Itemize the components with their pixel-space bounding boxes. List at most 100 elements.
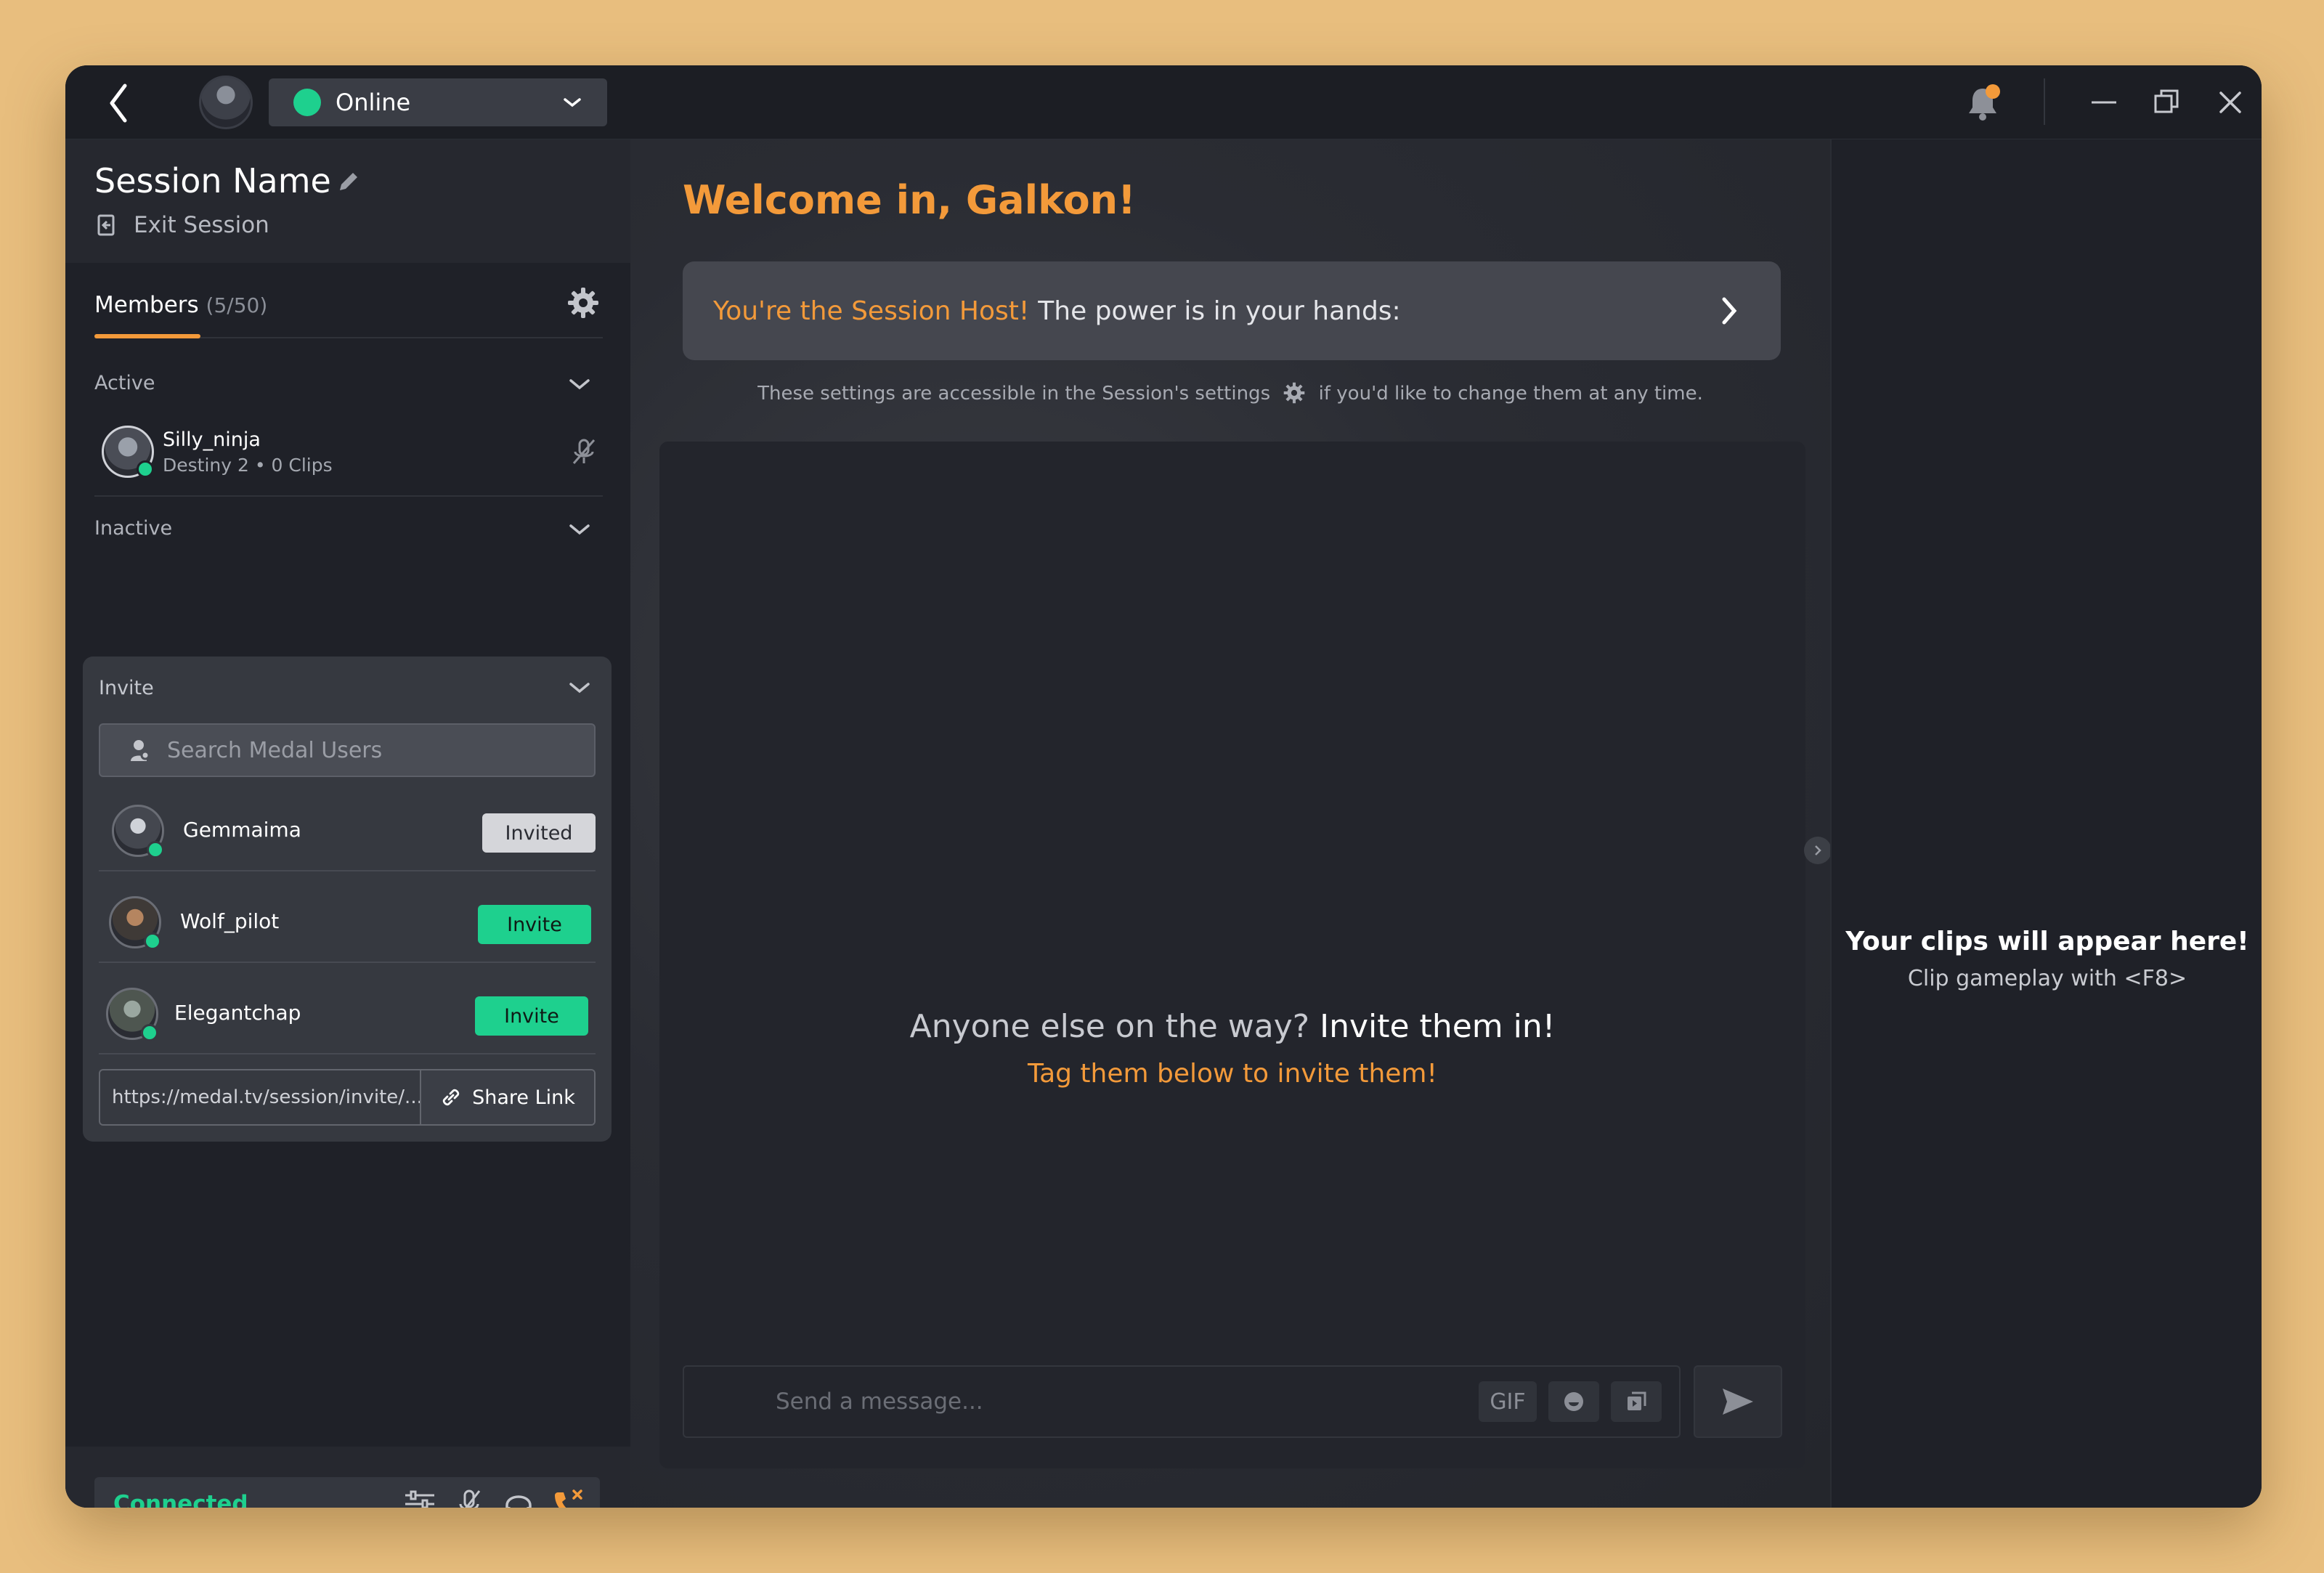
edit-icon[interactable] [334, 167, 363, 196]
empty-title-b: Invite them in! [1320, 1008, 1556, 1045]
back-button[interactable] [97, 81, 141, 125]
online-indicator [141, 1024, 158, 1041]
tab-members[interactable]: Members (5/50) [94, 292, 267, 318]
sliders-icon [405, 1490, 434, 1508]
settings-sliders-button[interactable] [402, 1487, 437, 1508]
mic-muted-icon [459, 1489, 481, 1508]
invite-button[interactable]: Invite [475, 996, 588, 1036]
session-name: Session Name [94, 161, 331, 200]
member-status: Destiny 2 • 0 Clips [163, 455, 333, 476]
clips-empty-title: Your clips will appear here! [1845, 927, 2249, 956]
gear-icon [1284, 382, 1305, 404]
back-icon [110, 84, 127, 123]
send-icon [1723, 1389, 1753, 1415]
restore-icon[interactable] [2148, 84, 2185, 121]
tab-active-indicator [94, 334, 200, 338]
online-status-dot [293, 89, 321, 116]
user-name: Wolf_pilot [180, 909, 280, 933]
host-banner-highlight: You're the Session Host! [713, 296, 1030, 326]
invite-panel: Invite Gemmaima Invited [83, 657, 612, 1142]
chat-messages-area: Anyone else on the way? Invite them in! … [659, 442, 1805, 1468]
online-indicator [144, 932, 161, 950]
chevron-down-icon [564, 98, 581, 107]
chevron-right-icon [1722, 297, 1737, 325]
divider [94, 495, 603, 497]
close-icon[interactable] [2212, 84, 2248, 121]
exit-session-label: Exit Session [134, 212, 269, 238]
user-search-icon [131, 740, 150, 761]
divider [99, 870, 596, 871]
chevron-down-icon[interactable] [565, 519, 594, 540]
connection-panel: Connected [94, 1477, 600, 1508]
member-row[interactable]: Silly_ninja Destiny 2 • 0 Clips [94, 418, 603, 484]
message-composer: GIF [683, 1365, 1681, 1438]
user-avatar[interactable] [199, 76, 253, 129]
invite-section-label: Invite [99, 677, 154, 699]
chevron-down-icon[interactable] [565, 677, 594, 699]
attach-clip-button[interactable] [1611, 1381, 1662, 1422]
active-section-label: Active [94, 372, 155, 394]
invite-user-row: Elegantchap Invite [99, 969, 596, 1060]
inactive-section-label: Inactive [94, 517, 173, 540]
empty-state-subtitle: Tag them below to invite them! [1028, 1059, 1437, 1089]
search-input[interactable] [167, 737, 574, 763]
online-indicator [147, 841, 164, 858]
headphones-icon [505, 1495, 532, 1508]
minimize-icon[interactable] [2086, 84, 2122, 121]
invite-url-field[interactable]: https://medal.tv/session/invite/... [100, 1070, 421, 1124]
welcome-heading: Welcome in, Galkon! [683, 177, 1136, 223]
deafen-button[interactable] [501, 1487, 536, 1508]
left-panel: Session Name Exit Session Members (5/50) [65, 139, 630, 1508]
connection-status: Connected [113, 1491, 248, 1508]
search-users-field[interactable] [99, 723, 596, 777]
status-dropdown[interactable]: Online [269, 78, 607, 126]
disconnect-call-button[interactable] [550, 1487, 585, 1508]
divider [99, 1053, 596, 1054]
invite-button[interactable]: Invite [478, 905, 591, 944]
share-link-label: Share Link [472, 1086, 575, 1109]
message-input[interactable] [776, 1389, 1479, 1415]
host-banner[interactable]: You're the Session Host! The power is in… [683, 261, 1781, 360]
members-tab-label: Members [94, 292, 199, 318]
emoji-button[interactable] [1548, 1381, 1599, 1422]
exit-icon [97, 214, 115, 236]
host-banner-text: The power is in your hands: [1038, 296, 1401, 326]
invite-user-row: Wolf_pilot Invite [99, 877, 596, 969]
title-bar: Online [65, 65, 2262, 139]
mute-mic-button[interactable] [452, 1487, 487, 1508]
share-link-row: https://medal.tv/session/invite/... Shar… [99, 1069, 596, 1126]
settings-note-after: if you'd like to change them at any time… [1318, 383, 1703, 405]
members-count: (5/50) [206, 293, 268, 317]
collapse-panel-button[interactable] [1804, 837, 1832, 864]
clips-panel: Your clips will appear here! Clip gamepl… [1830, 139, 2262, 1508]
settings-note-before: These settings are accessible in the Ses… [757, 383, 1271, 405]
invite-user-row: Gemmaima Invited [99, 786, 596, 877]
divider [99, 962, 596, 963]
session-header: Session Name Exit Session [65, 139, 630, 263]
share-link-button[interactable]: Share Link [421, 1070, 594, 1124]
send-button[interactable] [1694, 1365, 1782, 1438]
chevron-down-icon[interactable] [565, 373, 594, 395]
online-indicator [137, 460, 154, 478]
exit-session-button[interactable]: Exit Session [94, 212, 269, 238]
link-icon [442, 1089, 460, 1106]
clip-attach-icon [1628, 1391, 1646, 1410]
member-name: Silly_ninja [163, 428, 261, 451]
phone-hangup-icon [555, 1489, 582, 1508]
invited-button[interactable]: Invited [482, 813, 596, 853]
gear-icon[interactable] [565, 285, 601, 321]
app-window: Online Session Name Exit Session Members… [65, 65, 2262, 1508]
empty-state-title: Anyone else on the way? Invite them in! [659, 1008, 1805, 1045]
clips-empty-subtitle: Clip gameplay with <F8> [1907, 966, 2187, 991]
chevron-right-icon [1815, 845, 1821, 855]
status-label: Online [336, 89, 411, 116]
chat-panel: Welcome in, Galkon! You're the Session H… [630, 139, 1832, 1508]
user-name: Elegantchap [174, 1001, 301, 1025]
mic-muted-icon[interactable] [568, 436, 600, 468]
empty-title-a: Anyone else on the way? [909, 1008, 1310, 1045]
settings-note: These settings are accessible in the Ses… [630, 381, 1830, 405]
gif-button[interactable]: GIF [1479, 1381, 1537, 1422]
voice-status-bar: Connected [65, 1447, 630, 1508]
titlebar-divider [2044, 78, 2045, 125]
bell-icon[interactable] [1962, 83, 2003, 123]
